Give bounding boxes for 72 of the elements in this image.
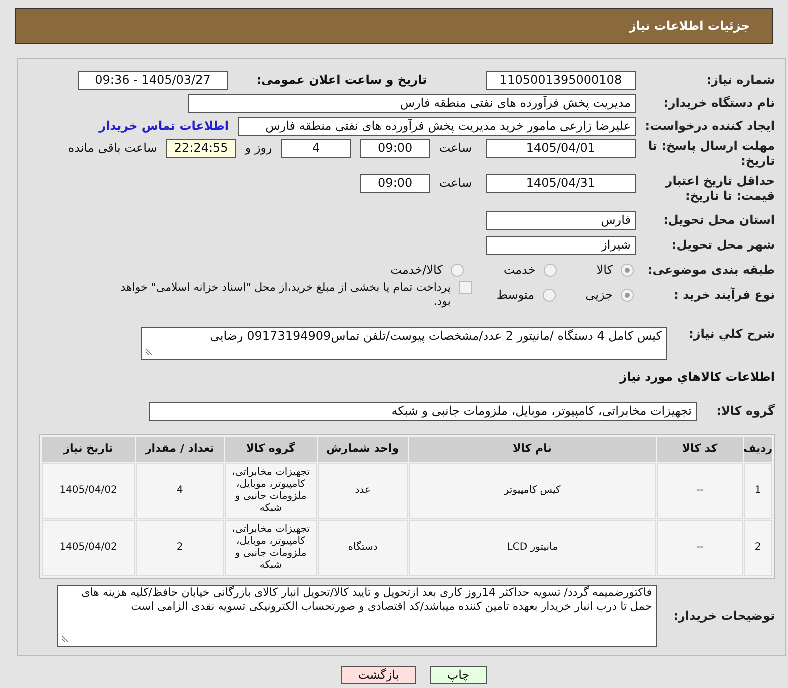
checkbox[interactable]	[458, 281, 472, 294]
field-label: استان محل تحویل:	[662, 212, 775, 228]
radio-button[interactable]	[621, 288, 634, 302]
field-text: جزیی	[586, 287, 613, 304]
resize-grip-icon[interactable]	[145, 348, 153, 356]
text-field[interactable]: 1405/03/27 - 09:36	[78, 70, 228, 90]
field-text: ساعت	[439, 140, 472, 157]
field-label: حداقل تاریخ اعتبار قیمت: تا تاریخ:	[664, 174, 775, 204]
page-title: جزئیات اطلاعات نیاز	[629, 18, 750, 35]
field-label: ایجاد کننده درخواست:	[645, 118, 775, 134]
field-label: نام دستگاه خریدار:	[663, 96, 775, 110]
radio-button[interactable]	[544, 264, 557, 276]
field-label: توضیحات خریدار:	[672, 608, 775, 624]
field-text: خدمت	[504, 262, 536, 279]
table-cell: 2	[744, 520, 772, 576]
field-text: ساعت باقی مانده	[68, 140, 158, 157]
field-label: شرح كلي نياز:	[688, 327, 775, 342]
field-label: تاریخ و ساعت اعلان عمومی:	[256, 72, 427, 89]
field-label: نوع فرآیند خرید :	[673, 288, 775, 302]
column-header: ردیف	[744, 437, 772, 462]
column-header: نام کالا	[408, 437, 656, 462]
text-field[interactable]: شیراز	[486, 236, 636, 254]
field-text: روز و	[245, 140, 272, 157]
text-field[interactable]: 1405/04/31	[486, 174, 636, 193]
table-cell: مانیتور LCD	[409, 520, 656, 576]
field-label: شماره نیاز:	[706, 72, 775, 88]
description-field[interactable]: کیس کامل 4 دستگاه /مانیتور 2 عدد/مشخصات پیوست/تلفن تماس09173194909 رضایی	[141, 327, 667, 360]
field-text: کالا/خدمت	[390, 262, 443, 279]
text-field[interactable]: 1405/04/01	[486, 139, 636, 158]
text-field[interactable]: فارس	[486, 210, 636, 230]
table-cell: 2	[136, 520, 224, 576]
table-cell: 1405/04/02	[42, 520, 135, 576]
radio-button[interactable]	[542, 288, 556, 302]
table-cell: 1	[744, 463, 772, 519]
back-button[interactable]: بازگشت	[341, 666, 416, 684]
field-text: ساعت	[439, 175, 472, 192]
column-header: کد کالا	[656, 437, 743, 462]
table-cell: عدد	[318, 463, 408, 519]
radio-button[interactable]	[621, 264, 634, 276]
goods-group-field[interactable]: تجهیزات مخابراتی، کامپیوتر، موبایل، ملزومات جانبی و شبکه	[149, 402, 697, 421]
field-label: مهلت ارسال پاسخ: تا تاریخ:	[648, 139, 775, 169]
table-cell: 4	[136, 463, 224, 519]
table-cell: --	[657, 463, 744, 519]
column-header: واحد شمارش	[318, 437, 408, 462]
field-text: متوسط	[496, 287, 535, 304]
table-cell: دستگاه	[318, 520, 408, 576]
table-cell: --	[657, 520, 744, 576]
countdown-field[interactable]: 22:24:55	[166, 139, 236, 158]
section-heading: اطلاعات کالاهاي مورد نياز	[618, 369, 775, 386]
checkbox-label: پرداخت تمام یا بخشی از مبلغ خرید،از محل "اسناد خزانه اسلامی" خواهد بود.	[120, 281, 451, 309]
column-header: تاریخ نیاز	[42, 437, 135, 462]
notes-field[interactable]: فاکتورضمیمه گردد/ تسویه حداکثر 14روز کاری بعد ازتحویل و تایید کالا/تحویل انبار کالای بازرگانی خیابان حافظ/کلیه هزینه های حمل تا درب انبار خریدار بعهده تامین کننده میباشد/کد اقتصادی و صورتحساب الکترونیکی تسویه نقدی الزامی است	[57, 585, 657, 647]
table-cell: تجهیزات مخابراتی، کامپیوتر، موبایل، ملزومات جانبی و شبکه	[225, 463, 318, 519]
text-field[interactable]: 09:00	[360, 139, 430, 158]
radio-button[interactable]	[450, 264, 464, 276]
field-label: طبقه بندی موضوعی:	[646, 262, 775, 278]
text-field[interactable]: 09:00	[360, 174, 430, 193]
print-button[interactable]: چاپ	[430, 666, 487, 684]
text-field[interactable]: 1105001395000108	[486, 70, 636, 90]
text-field[interactable]: مدیریت پخش فرآورده های نفتی منطقه فارس	[188, 94, 636, 112]
field-label: گروه کالا:	[716, 404, 775, 419]
table-cell: 1405/04/02	[42, 463, 135, 519]
days-field[interactable]: 4	[281, 139, 352, 158]
field-label: شهر محل تحویل:	[670, 238, 775, 252]
table-cell: تجهیزات مخابراتی، کامپیوتر، موبایل، ملزومات جانبی و شبکه	[225, 520, 318, 576]
resize-grip-icon[interactable]	[61, 635, 69, 643]
column-header: تعداد / مقدار	[136, 437, 224, 462]
text-field[interactable]: علیرضا زارعی مامور خرید مدیریت پخش فرآورده های نفتی منطقه فارس	[238, 116, 636, 136]
column-header: گروه کالا	[224, 437, 317, 462]
table-cell: کیس کامپیوتر	[409, 463, 656, 519]
contact-link[interactable]: اطلاعات تماس خریدار	[99, 117, 229, 135]
field-text: کالا	[596, 262, 613, 279]
